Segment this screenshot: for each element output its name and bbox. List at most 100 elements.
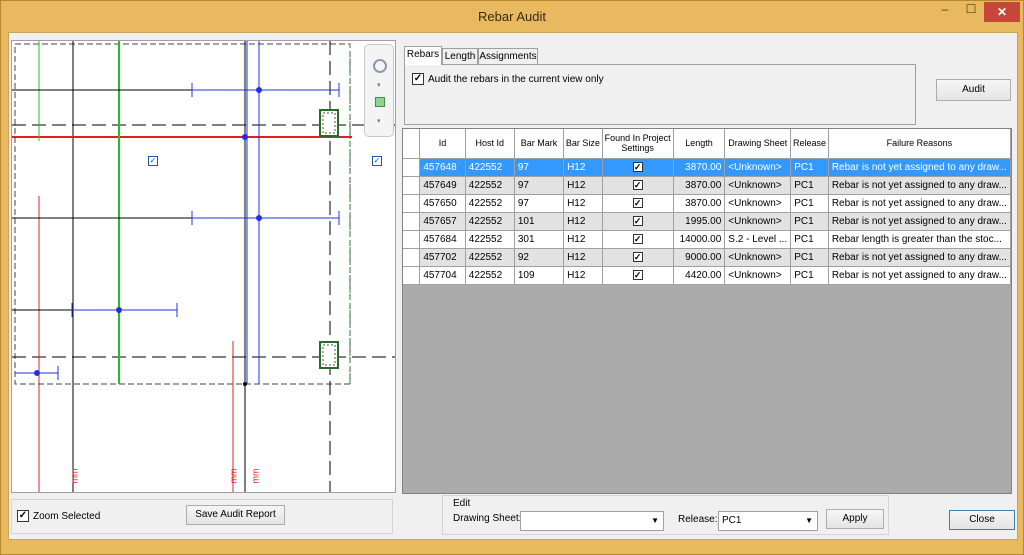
cell-bar-mark[interactable]: 101 bbox=[514, 212, 565, 231]
tab-assignments[interactable]: Assignments bbox=[478, 48, 538, 64]
cell-drawing-sheet[interactable]: <Unknown> bbox=[724, 212, 792, 231]
row-selector[interactable] bbox=[403, 176, 421, 195]
cell-id[interactable]: 457648 bbox=[419, 158, 466, 177]
cell-failure-reason[interactable]: Rebar is not yet assigned to any draw... bbox=[828, 158, 1011, 177]
close-button[interactable]: Close bbox=[949, 510, 1015, 530]
cell-length[interactable]: 9000.00 bbox=[673, 248, 726, 267]
dropdown-arrow-icon-2[interactable]: ▾ bbox=[377, 117, 381, 125]
cell-release[interactable]: PC1 bbox=[790, 176, 829, 195]
column-header-failure-reasons[interactable]: Failure Reasons bbox=[828, 129, 1011, 159]
cell-host-id[interactable]: 422552 bbox=[465, 230, 515, 249]
cell-drawing-sheet[interactable]: <Unknown> bbox=[724, 248, 792, 267]
row-selector[interactable] bbox=[403, 194, 421, 213]
cell-host-id[interactable]: 422552 bbox=[465, 212, 515, 231]
table-row[interactable]: 457657 422552 101 H12 ✓ 1995.00 <Unknown… bbox=[403, 212, 1011, 231]
cell-bar-mark[interactable]: 97 bbox=[514, 176, 565, 195]
cell-length[interactable]: 14000.00 bbox=[673, 230, 726, 249]
table-row[interactable]: 457684 422552 301 H12 ✓ 14000.00 S.2 - L… bbox=[403, 230, 1011, 249]
release-select[interactable]: PC1 ▼ bbox=[718, 511, 818, 531]
cell-failure-reason[interactable]: Rebar length is greater than the stoc... bbox=[828, 230, 1011, 249]
cell-bar-mark[interactable]: 109 bbox=[514, 266, 565, 285]
cell-bar-size[interactable]: H12 bbox=[563, 212, 603, 231]
cell-bar-size[interactable]: H12 bbox=[563, 248, 603, 267]
cell-release[interactable]: PC1 bbox=[790, 248, 829, 267]
cell-failure-reason[interactable]: Rebar is not yet assigned to any draw... bbox=[828, 248, 1011, 267]
apply-button[interactable]: Apply bbox=[826, 509, 884, 529]
close-window-button[interactable]: ✕ bbox=[984, 2, 1020, 22]
cell-length[interactable]: 3870.00 bbox=[673, 176, 726, 195]
found-checkbox[interactable]: ✓ bbox=[632, 233, 643, 244]
cell-release[interactable]: PC1 bbox=[790, 212, 829, 231]
tab-length[interactable]: Length bbox=[442, 48, 478, 64]
cell-found[interactable]: ✓ bbox=[602, 266, 674, 285]
save-audit-report-button[interactable]: Save Audit Report bbox=[186, 505, 285, 525]
cell-release[interactable]: PC1 bbox=[790, 158, 829, 177]
cell-bar-size[interactable]: H12 bbox=[563, 266, 603, 285]
cell-drawing-sheet[interactable]: <Unknown> bbox=[724, 194, 792, 213]
cell-id[interactable]: 457650 bbox=[419, 194, 466, 213]
cell-id[interactable]: 457702 bbox=[419, 248, 466, 267]
cell-length[interactable]: 3870.00 bbox=[673, 194, 726, 213]
cell-length[interactable]: 1995.00 bbox=[673, 212, 726, 231]
column-header-bar-mark[interactable]: Bar Mark bbox=[514, 129, 565, 159]
steering-wheel-icon[interactable] bbox=[373, 59, 387, 73]
cell-host-id[interactable]: 422552 bbox=[465, 248, 515, 267]
cell-id[interactable]: 457684 bbox=[419, 230, 466, 249]
cell-drawing-sheet[interactable]: <Unknown> bbox=[724, 176, 792, 195]
cell-host-id[interactable]: 422552 bbox=[465, 158, 515, 177]
maximize-button[interactable]: ☐ bbox=[959, 2, 983, 22]
cell-bar-mark[interactable]: 301 bbox=[514, 230, 565, 249]
zoom-region-icon[interactable] bbox=[375, 97, 385, 107]
cell-failure-reason[interactable]: Rebar is not yet assigned to any draw... bbox=[828, 266, 1011, 285]
column-header-host-id[interactable]: Host Id bbox=[465, 129, 515, 159]
cell-id[interactable]: 457657 bbox=[419, 212, 466, 231]
cell-release[interactable]: PC1 bbox=[790, 194, 829, 213]
cell-drawing-sheet[interactable]: S.2 - Level ... bbox=[724, 230, 792, 249]
cell-bar-size[interactable]: H12 bbox=[563, 176, 603, 195]
zoom-selected-checkbox[interactable]: ✓ bbox=[17, 510, 29, 522]
cell-found[interactable]: ✓ bbox=[602, 230, 674, 249]
cell-failure-reason[interactable]: Rebar is not yet assigned to any draw... bbox=[828, 212, 1011, 231]
table-row[interactable]: ▶ 457648 422552 97 H12 ✓ 3870.00 <Unknow… bbox=[403, 158, 1011, 177]
cell-found[interactable]: ✓ bbox=[602, 176, 674, 195]
row-selector[interactable] bbox=[403, 212, 421, 231]
audit-current-view-checkbox[interactable]: ✓ bbox=[412, 73, 424, 85]
cell-length[interactable]: 4420.00 bbox=[673, 266, 726, 285]
title-bar[interactable]: Rebar Audit – ☐ ✕ bbox=[1, 1, 1023, 31]
column-header-length[interactable]: Length bbox=[673, 129, 726, 159]
cell-found[interactable]: ✓ bbox=[602, 248, 674, 267]
found-checkbox[interactable]: ✓ bbox=[632, 215, 643, 226]
cell-found[interactable]: ✓ bbox=[602, 158, 674, 177]
tab-rebars[interactable]: Rebars bbox=[404, 46, 442, 65]
column-header-found-in-settings[interactable]: Found In Project Settings bbox=[602, 129, 674, 159]
found-checkbox[interactable]: ✓ bbox=[632, 269, 643, 280]
cell-host-id[interactable]: 422552 bbox=[465, 266, 515, 285]
column-header-bar-size[interactable]: Bar Size bbox=[563, 129, 603, 159]
cell-drawing-sheet[interactable]: <Unknown> bbox=[724, 158, 792, 177]
table-row[interactable]: 457702 422552 92 H12 ✓ 9000.00 <Unknown>… bbox=[403, 248, 1011, 267]
drawing-sheet-select[interactable]: ▼ bbox=[520, 511, 664, 531]
found-checkbox[interactable]: ✓ bbox=[632, 251, 643, 262]
cell-id[interactable]: 457649 bbox=[419, 176, 466, 195]
column-header-release[interactable]: Release bbox=[790, 129, 829, 159]
found-checkbox[interactable]: ✓ bbox=[632, 197, 643, 208]
cell-bar-mark[interactable]: 97 bbox=[514, 194, 565, 213]
cell-bar-size[interactable]: H12 bbox=[563, 194, 603, 213]
cell-drawing-sheet[interactable]: <Unknown> bbox=[724, 266, 792, 285]
cell-length[interactable]: 3870.00 bbox=[673, 158, 726, 177]
column-header-drawing-sheet[interactable]: Drawing Sheet bbox=[724, 129, 792, 159]
table-row[interactable]: 457704 422552 109 H12 ✓ 4420.00 <Unknown… bbox=[403, 266, 1011, 285]
cell-release[interactable]: PC1 bbox=[790, 230, 829, 249]
column-header-id[interactable]: Id bbox=[419, 129, 466, 159]
rebar-results-grid[interactable]: Id Host Id Bar Mark Bar Size Found In Pr… bbox=[402, 128, 1012, 494]
cell-host-id[interactable]: 422552 bbox=[465, 176, 515, 195]
table-row[interactable]: 457650 422552 97 H12 ✓ 3870.00 <Unknown>… bbox=[403, 194, 1011, 213]
found-checkbox[interactable]: ✓ bbox=[632, 179, 643, 190]
row-selector[interactable] bbox=[403, 266, 421, 285]
rebar-preview-view[interactable]: ✓ ✓ mm mm mm ▾ ▾ bbox=[11, 40, 396, 493]
row-selector-icon[interactable]: ▶ bbox=[403, 158, 421, 177]
cell-failure-reason[interactable]: Rebar is not yet assigned to any draw... bbox=[828, 194, 1011, 213]
audit-button[interactable]: Audit bbox=[936, 79, 1011, 101]
cell-release[interactable]: PC1 bbox=[790, 266, 829, 285]
found-checkbox[interactable]: ✓ bbox=[632, 161, 643, 172]
